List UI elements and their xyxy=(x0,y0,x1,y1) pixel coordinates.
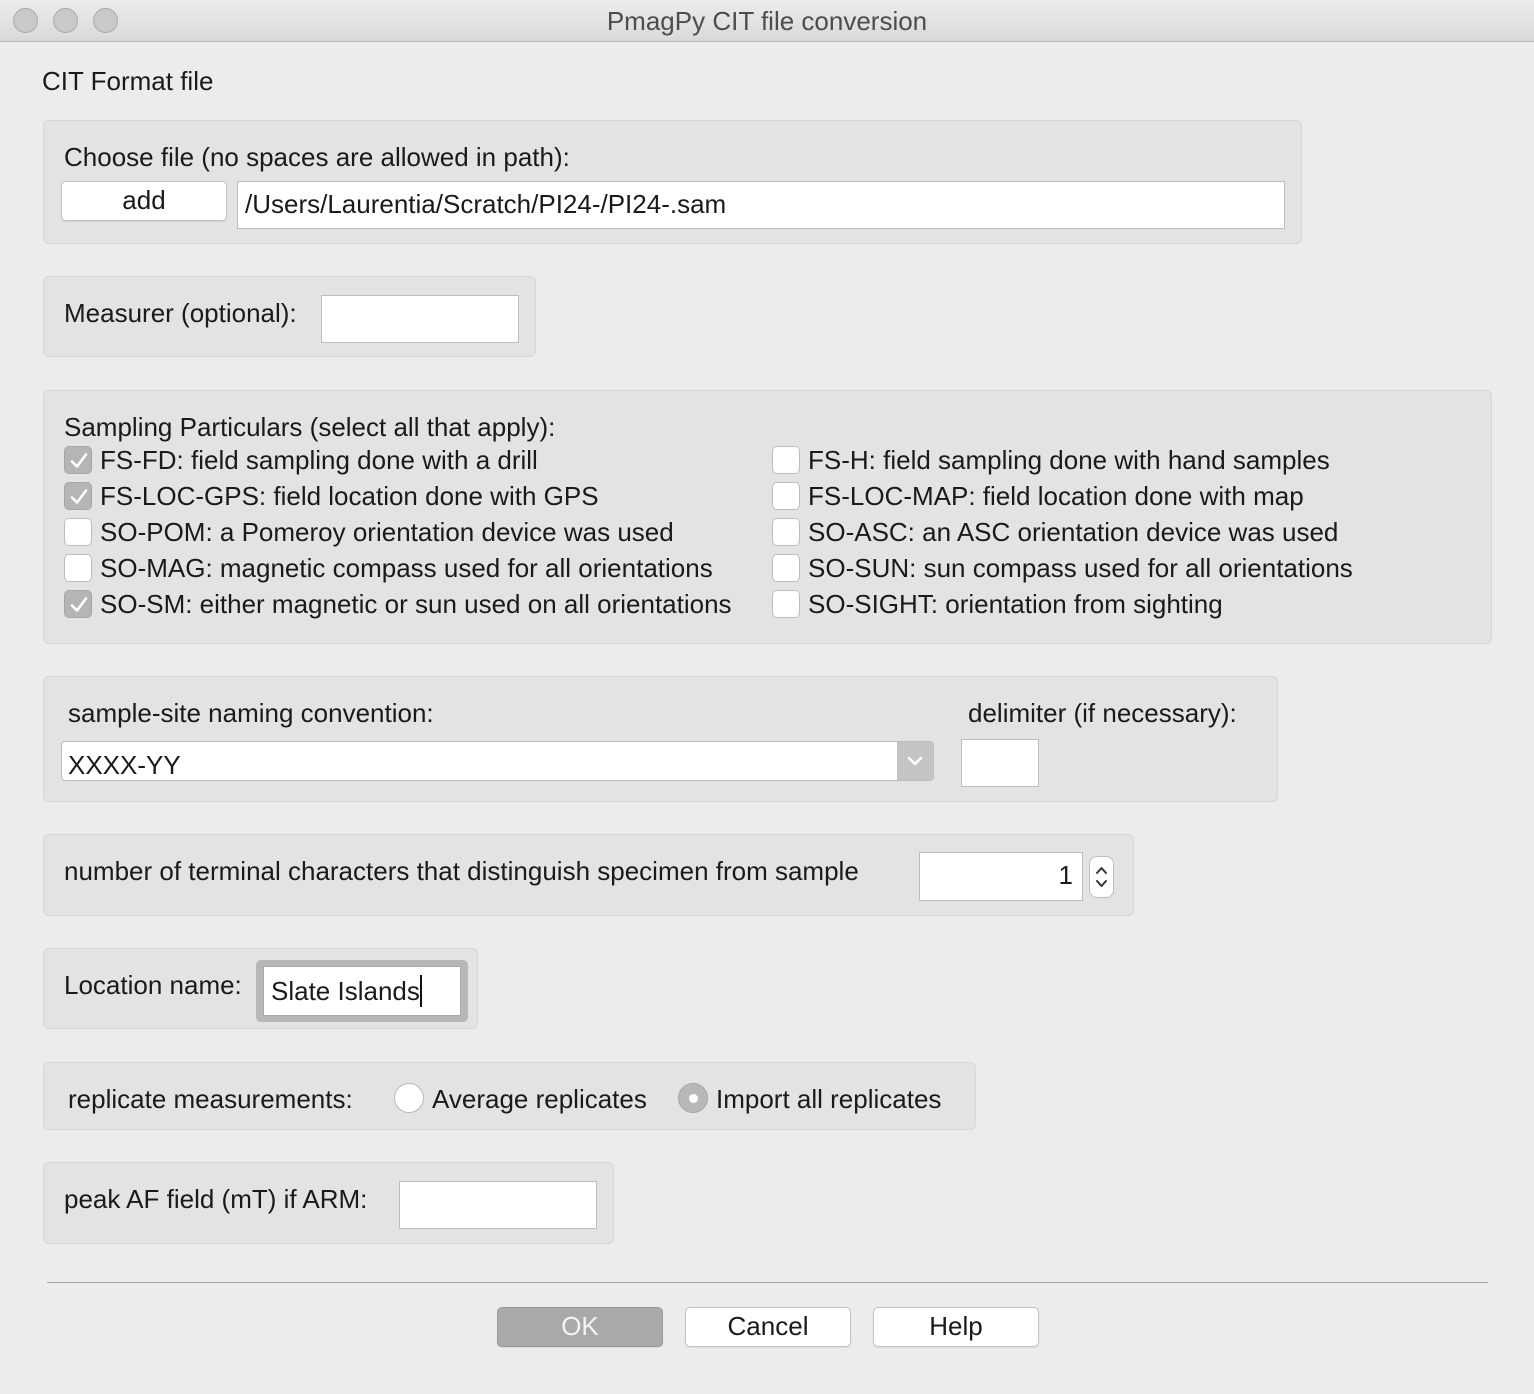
sampling-option-label[interactable]: SO-SM: either magnetic or sun used on al… xyxy=(100,589,732,620)
location-field[interactable]: Slate Islands xyxy=(263,966,461,1016)
window-title: PmagPy CIT file conversion xyxy=(606,6,928,36)
terminal-characters-field[interactable]: 1 xyxy=(919,852,1083,901)
help-button[interactable]: Help xyxy=(873,1307,1039,1347)
choose-file-label: Choose file (no spaces are allowed in pa… xyxy=(64,142,570,172)
sampling-checkbox-right-4[interactable] xyxy=(772,554,800,582)
file-path-field[interactable]: /Users/Laurentia/Scratch/PI24-/PI24-.sam xyxy=(237,181,1285,229)
sampling-option-label[interactable]: SO-POM: a Pomeroy orientation device was… xyxy=(100,517,674,548)
page-heading: CIT Format file xyxy=(42,66,214,96)
sampling-checkbox-right-5[interactable] xyxy=(772,590,800,618)
separator xyxy=(47,1282,1488,1283)
sampling-option-label[interactable]: SO-ASC: an ASC orientation device was us… xyxy=(808,517,1338,548)
terminal-characters-label: number of terminal characters that disti… xyxy=(64,856,859,886)
naming-convention-value: XXXX-YY xyxy=(68,750,181,780)
cancel-button[interactable]: Cancel xyxy=(685,1307,851,1347)
average-replicates-label[interactable]: Average replicates xyxy=(432,1084,647,1115)
sampling-checkbox-left-5[interactable] xyxy=(64,590,92,618)
measurer-field[interactable] xyxy=(321,295,519,343)
terminal-characters-stepper[interactable] xyxy=(1089,856,1114,898)
checkmark-icon xyxy=(70,489,88,504)
naming-convention-label: sample-site naming convention: xyxy=(68,698,434,728)
delimiter-label: delimiter (if necessary): xyxy=(968,698,1237,728)
checkmark-icon xyxy=(70,597,88,612)
location-field-value: Slate Islands xyxy=(271,976,420,1006)
sampling-checkbox-left-4[interactable] xyxy=(64,554,92,582)
sampling-option-label[interactable]: FS-FD: field sampling done with a drill xyxy=(100,445,538,476)
sampling-checkbox-right-3[interactable] xyxy=(772,518,800,546)
sampling-checkbox-left-1[interactable] xyxy=(64,446,92,474)
sampling-option-label[interactable]: SO-SUN: sun compass used for all orienta… xyxy=(808,553,1353,584)
sampling-checkbox-right-1[interactable] xyxy=(772,446,800,474)
import-all-replicates-label[interactable]: Import all replicates xyxy=(716,1084,941,1115)
naming-convention-group xyxy=(43,676,1278,802)
delimiter-field[interactable] xyxy=(961,739,1039,787)
chevron-down-icon[interactable] xyxy=(897,742,933,780)
add-file-button[interactable]: add xyxy=(61,181,227,221)
import-all-replicates-radio[interactable] xyxy=(678,1083,708,1113)
sampling-option-label[interactable]: SO-MAG: magnetic compass used for all or… xyxy=(100,553,713,584)
sampling-option-label[interactable]: FS-LOC-GPS: field location done with GPS xyxy=(100,481,599,512)
sampling-option-label[interactable]: SO-SIGHT: orientation from sighting xyxy=(808,589,1223,620)
peak-af-label: peak AF field (mT) if ARM: xyxy=(64,1184,368,1214)
replicates-label: replicate measurements: xyxy=(68,1084,353,1114)
ok-button[interactable]: OK xyxy=(497,1307,663,1347)
sampling-checkbox-right-2[interactable] xyxy=(772,482,800,510)
naming-convention-select[interactable]: XXXX-YY xyxy=(61,741,934,781)
location-label: Location name: xyxy=(64,970,242,1000)
title-bar: PmagPy CIT file conversion xyxy=(0,0,1534,42)
sampling-particulars-label: Sampling Particulars (select all that ap… xyxy=(64,412,556,442)
checkmark-icon xyxy=(70,453,88,468)
sampling-checkbox-left-3[interactable] xyxy=(64,518,92,546)
sampling-option-label[interactable]: FS-H: field sampling done with hand samp… xyxy=(808,445,1330,476)
text-cursor xyxy=(419,975,422,1008)
average-replicates-radio[interactable] xyxy=(394,1083,424,1113)
sampling-option-label[interactable]: FS-LOC-MAP: field location done with map xyxy=(808,481,1304,512)
sampling-checkbox-left-2[interactable] xyxy=(64,482,92,510)
radio-dot-icon xyxy=(689,1094,698,1103)
peak-af-field[interactable] xyxy=(399,1181,597,1229)
measurer-label: Measurer (optional): xyxy=(64,298,297,328)
